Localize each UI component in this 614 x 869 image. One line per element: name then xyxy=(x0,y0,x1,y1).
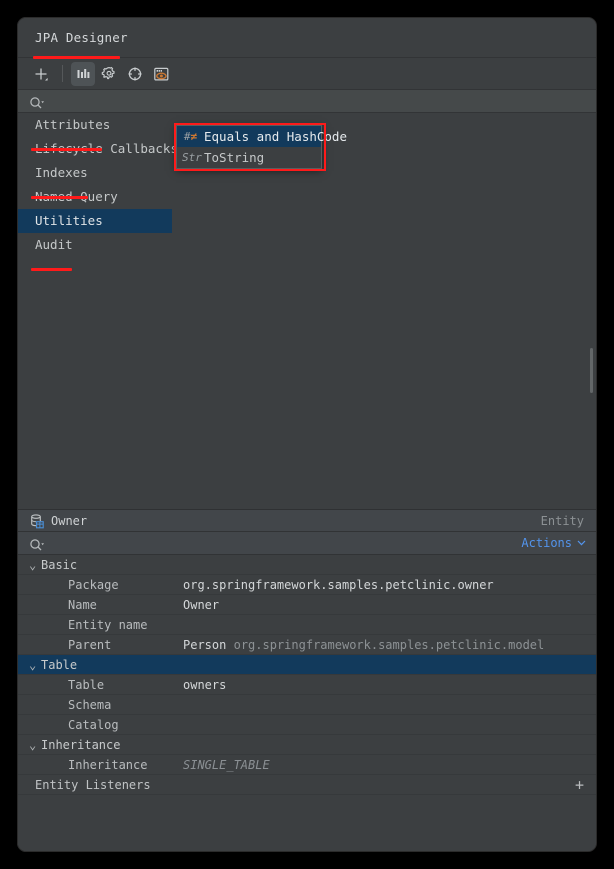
utilities-popup-menu: #≠ Equals and HashCode Str ToString xyxy=(176,125,347,169)
property-name: Table xyxy=(68,678,105,692)
group-header-table[interactable]: ⌄ Table xyxy=(18,655,596,675)
filter-search-row[interactable] xyxy=(18,90,596,113)
property-name: Entity name xyxy=(68,618,148,632)
sidebar-item-named-query[interactable]: Named Query xyxy=(18,185,596,209)
sidebar-item-label: Attributes xyxy=(35,117,111,132)
menu-item-label: Equals and HashCode xyxy=(204,129,347,144)
table-row[interactable]: Inheritance SINGLE_TABLE xyxy=(18,755,596,775)
property-name: Inheritance xyxy=(68,758,148,772)
group-label: Table xyxy=(41,658,78,672)
property-name: Package xyxy=(68,578,119,592)
property-value[interactable]: SINGLE_TABLE xyxy=(183,755,270,775)
add-button[interactable] xyxy=(29,62,53,86)
menu-item-tostring[interactable]: Str ToString xyxy=(177,147,321,168)
designer-section-list: Attributes Lifecycle Callbacks Indexes N… xyxy=(18,113,596,509)
sidebar-item-label: Audit xyxy=(35,237,73,252)
jpa-designer-window: JPA Designer Attributes Lifecycle Callba… xyxy=(17,17,597,852)
table-row[interactable]: Schema xyxy=(18,695,596,715)
property-name: Parent xyxy=(68,638,112,652)
group-label: Basic xyxy=(41,558,78,572)
toolbar xyxy=(18,58,596,90)
hash-not-equal-icon: #≠ xyxy=(183,130,198,143)
details-header: Owner Entity xyxy=(18,510,596,532)
sidebar-item-label: Indexes xyxy=(35,165,88,180)
property-name: Schema xyxy=(68,698,112,712)
details-title: Owner xyxy=(51,514,88,528)
table-row[interactable]: Table owners xyxy=(18,675,596,695)
table-row[interactable]: Entity name xyxy=(18,615,596,635)
chevron-down-icon xyxy=(577,540,586,546)
details-search-row[interactable]: Actions xyxy=(18,532,596,555)
screen: JPA Designer Attributes Lifecycle Callba… xyxy=(0,0,614,869)
sidebar-item-label: Utilities xyxy=(35,213,103,228)
table-row[interactable]: Parent Person org.springframework.sample… xyxy=(18,635,596,655)
title-bar: JPA Designer xyxy=(18,18,596,58)
locate-button[interactable] xyxy=(123,62,147,86)
menu-item-label: ToString xyxy=(204,150,265,165)
actions-label: Actions xyxy=(521,536,572,550)
chevron-down-icon: ⌄ xyxy=(29,558,37,572)
columns-icon xyxy=(77,69,90,78)
property-value[interactable]: Person org.springframework.samples.petcl… xyxy=(183,635,544,655)
group-label: Inheritance xyxy=(41,738,121,752)
search-icon xyxy=(29,95,44,114)
target-icon xyxy=(128,67,142,81)
table-row[interactable]: Package org.springframework.samples.petc… xyxy=(18,575,596,595)
gear-icon xyxy=(101,66,115,80)
toolbar-separator xyxy=(62,65,63,82)
sidebar-item-utilities[interactable]: Utilities xyxy=(18,209,172,233)
add-entity-listener-button[interactable]: + xyxy=(575,776,584,794)
property-name: Catalog xyxy=(68,718,119,732)
group-header-inheritance[interactable]: ⌄ Inheritance xyxy=(18,735,596,755)
annotation-underline-audit xyxy=(31,268,72,271)
sidebar-item-audit[interactable]: Audit xyxy=(18,233,596,257)
vertical-scrollbar-thumb[interactable] xyxy=(590,348,593,393)
chevron-down-icon: ⌄ xyxy=(29,738,37,752)
property-value[interactable]: org.springframework.samples.petclinic.ow… xyxy=(183,575,494,595)
entity-listeners-label: Entity Listeners xyxy=(35,778,151,792)
group-header-basic[interactable]: ⌄ Basic xyxy=(18,555,596,575)
preview-icon xyxy=(153,67,168,81)
parent-class: Person xyxy=(183,638,227,652)
actions-dropdown[interactable]: Actions xyxy=(521,536,586,550)
string-icon: Str xyxy=(182,151,202,164)
page-title: JPA Designer xyxy=(35,30,128,45)
property-value[interactable]: owners xyxy=(183,675,226,695)
entity-icon xyxy=(30,514,44,533)
settings-button[interactable] xyxy=(97,62,121,86)
preview-button[interactable] xyxy=(149,62,173,86)
annotation-underline-title xyxy=(33,56,120,59)
search-icon xyxy=(29,537,44,556)
annotation-underline-indexes xyxy=(31,196,88,199)
property-name: Name xyxy=(68,598,97,612)
table-row[interactable]: Name Owner xyxy=(18,595,596,615)
columns-button[interactable] xyxy=(71,62,95,86)
table-row[interactable]: Catalog xyxy=(18,715,596,735)
add-icon xyxy=(35,68,48,81)
details-kind-label: Entity xyxy=(540,514,584,528)
chevron-down-icon: ⌄ xyxy=(29,658,37,672)
property-value[interactable]: Owner xyxy=(183,595,219,615)
parent-package: org.springframework.samples.petclinic.mo… xyxy=(233,638,545,652)
entity-listeners-row[interactable]: Entity Listeners + xyxy=(18,775,596,795)
entity-details-panel: Owner Entity Actions ⌄ Basic Package org… xyxy=(18,509,596,851)
annotation-underline-attributes xyxy=(31,148,102,151)
menu-item-equals-and-hashcode[interactable]: #≠ Equals and HashCode xyxy=(177,126,347,147)
